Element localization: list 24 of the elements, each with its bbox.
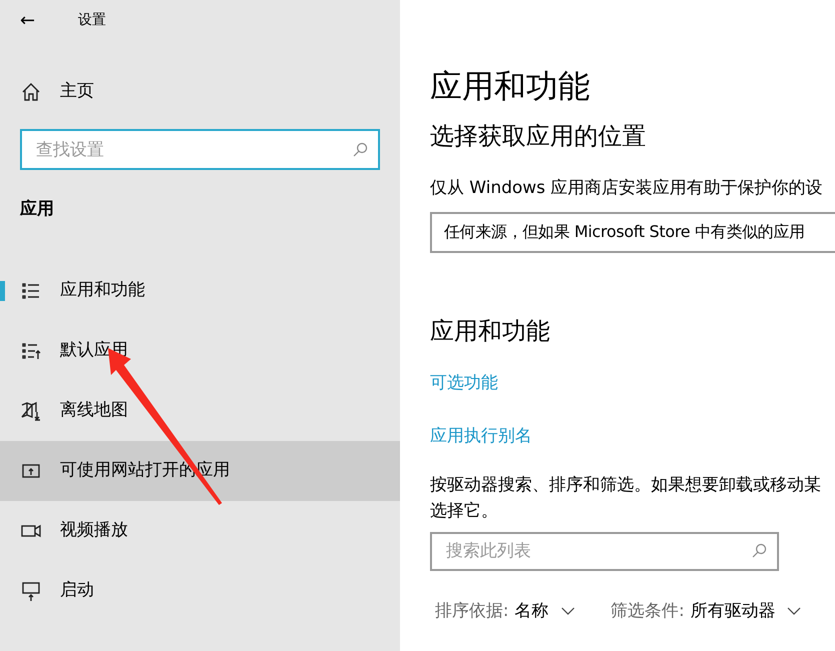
- back-button[interactable]: ←: [0, 6, 78, 34]
- description-line: 按驱动器搜索、排序和筛选。如果想要卸载或移动某: [430, 474, 822, 496]
- sort-dropdown[interactable]: 排序依据: 名称: [435, 598, 575, 624]
- section-heading: 应用和功能: [430, 318, 551, 342]
- map-icon: [20, 400, 42, 422]
- source-dropdown[interactable]: 任何来源，但如果 Microsoft Store 中有类似的应用: [430, 212, 835, 252]
- description-text: 仅从 Windows 应用商店安装应用有助于保护你的设: [430, 177, 824, 200]
- sidebar-item[interactable]: 应用和功能: [0, 260, 400, 320]
- page-title: 应用和功能: [430, 70, 591, 102]
- search-field[interactable]: 搜索此列表: [430, 532, 779, 570]
- home-icon: [20, 81, 42, 103]
- sidebar-item[interactable]: 离线地图: [0, 380, 400, 440]
- monitor-arrow-icon: [20, 580, 42, 602]
- section-heading: 选择获取应用的位置: [430, 124, 647, 148]
- sidebar-item[interactable]: 启动: [0, 560, 400, 620]
- filter-dropdown[interactable]: 筛选条件: 所有驱动器: [610, 598, 802, 624]
- section-heading: 应用: [18, 198, 55, 221]
- search-field[interactable]: 查找设置: [20, 129, 380, 170]
- search-icon: [352, 142, 368, 158]
- sidebar-item[interactable]: 视频播放: [0, 500, 400, 560]
- window-title: 设置: [78, 10, 106, 30]
- search-icon: [751, 543, 767, 559]
- description-line: 选择它。: [430, 500, 499, 522]
- home-item[interactable]: 主页: [0, 72, 400, 112]
